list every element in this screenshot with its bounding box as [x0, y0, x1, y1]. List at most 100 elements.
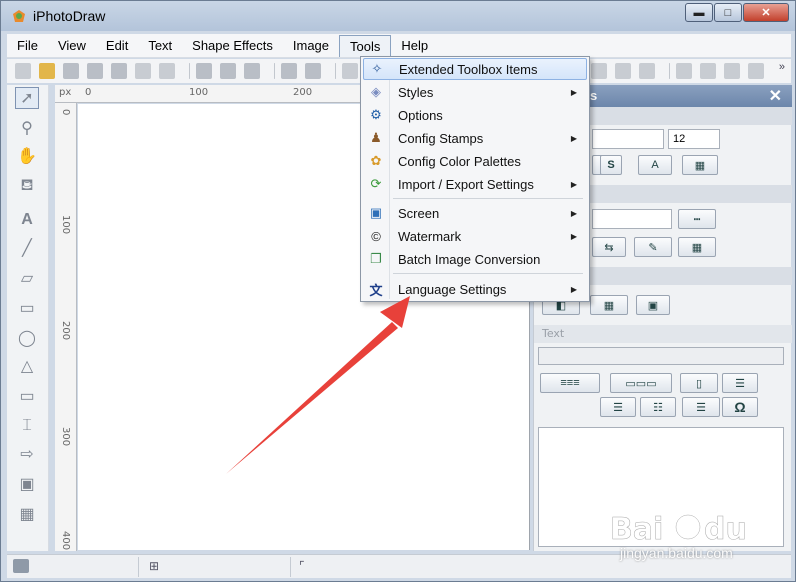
submenu-arrow-icon: ▶	[570, 179, 577, 189]
svg-text:du: du	[704, 512, 747, 545]
sync-icon: ⟳	[370, 176, 382, 191]
submenu-arrow-icon: ▶	[570, 284, 577, 294]
submenu-arrow-icon: ▶	[570, 87, 577, 97]
zoom-tool-icon[interactable]: ⚲	[15, 117, 39, 139]
ruler-tick: 200	[293, 87, 313, 98]
hand-tool-icon[interactable]: ✋	[15, 145, 39, 167]
fill-image-button[interactable]: ▣	[636, 295, 670, 315]
copy-icon[interactable]	[220, 63, 236, 79]
menu-help[interactable]: Help	[391, 35, 438, 57]
mosaic-tool-icon[interactable]: ▦	[15, 503, 39, 525]
rectangle-tool-icon[interactable]: ▭	[15, 297, 39, 319]
toolbar-separator	[669, 63, 670, 79]
edit-icon[interactable]	[342, 63, 358, 79]
callout-tool-icon[interactable]: ▭	[15, 385, 39, 407]
align-icon[interactable]	[591, 63, 607, 79]
menu-separator	[393, 273, 583, 274]
menu-file[interactable]: File	[7, 35, 48, 57]
gear-icon: ⚙	[370, 107, 382, 122]
image-tool-icon[interactable]: ▣	[15, 473, 39, 495]
save-icon[interactable]	[63, 63, 79, 79]
align-top-icon[interactable]	[700, 63, 716, 79]
panel-close-icon[interactable]: ✕	[769, 86, 782, 106]
new-file-icon[interactable]	[15, 63, 31, 79]
line-color-button[interactable]: ✎	[634, 237, 672, 257]
menu-text[interactable]: Text	[138, 35, 182, 57]
window-controls: ▬ □ ✕	[684, 3, 789, 23]
forward-arrow-icon[interactable]	[159, 63, 175, 79]
monitor-icon: ▣	[369, 205, 383, 220]
paste-icon[interactable]	[244, 63, 260, 79]
toolbar-separator	[335, 63, 336, 79]
wand-icon: ✧	[371, 61, 383, 76]
text-frame-button[interactable]: ▯	[680, 373, 718, 393]
symbol-button[interactable]: Ω	[722, 397, 758, 417]
dash-style-button[interactable]: ┅	[678, 209, 716, 229]
redo-icon[interactable]	[305, 63, 321, 79]
align-text-buttons[interactable]: ≡≡≡	[540, 373, 600, 393]
toolbar-overflow-icon[interactable]: »	[779, 61, 785, 73]
text-input[interactable]	[538, 347, 784, 365]
baidu-logo: Bai du	[610, 512, 747, 545]
menu-item-screen[interactable]: ▣ Screen ▶	[363, 202, 587, 224]
font-color-button[interactable]: A	[638, 155, 672, 175]
menu-item-config-color-palettes[interactable]: ✿ Config Color Palettes	[363, 150, 587, 172]
text-section-label: Text	[542, 327, 565, 340]
menu-item-batch-image-conversion[interactable]: ❐ Batch Image Conversion	[363, 248, 587, 270]
ellipse-tool-icon[interactable]: ◯	[15, 327, 39, 349]
fill-tool-icon[interactable]: ⛾	[15, 175, 39, 197]
polygon-tool-icon[interactable]: ▱	[15, 267, 39, 289]
undo-icon[interactable]	[281, 63, 297, 79]
line-grid-button[interactable]: ▦	[678, 237, 716, 257]
open-folder-icon[interactable]	[39, 63, 55, 79]
align-right-icon[interactable]	[748, 63, 764, 79]
menu-item-import-export-settings[interactable]: ⟳ Import / Export Settings ▶	[363, 173, 587, 195]
menu-bar: File View Edit Text Shape Effects Image …	[7, 34, 791, 58]
strikeout-button[interactable]: S	[600, 155, 622, 175]
font-family-select[interactable]	[592, 129, 664, 149]
select-tool-icon[interactable]: ➚	[15, 87, 39, 109]
back-arrow-icon[interactable]	[135, 63, 151, 79]
text-tool-icon[interactable]: A	[15, 209, 39, 231]
valign-text-buttons[interactable]: ▭▭▭	[610, 373, 672, 393]
menu-image[interactable]: Image	[283, 35, 339, 57]
arrow-tool-icon[interactable]: ⇨	[15, 443, 39, 465]
numbered-list-button[interactable]: ☰	[682, 397, 720, 417]
menu-item-options[interactable]: ⚙ Options	[363, 104, 587, 126]
menu-item-watermark[interactable]: © Watermark ▶	[363, 225, 587, 247]
menu-item-language-settings[interactable]: 文 Language Settings ▶	[363, 278, 587, 300]
window-title: iPhotoDraw	[33, 8, 106, 24]
triangle-tool-icon[interactable]: △	[15, 355, 39, 377]
minimize-button[interactable]: ▬	[685, 3, 713, 22]
dimension-tool-icon[interactable]: ⌶	[15, 415, 39, 437]
align-center-icon[interactable]	[615, 63, 631, 79]
menu-tools[interactable]: Tools	[339, 34, 392, 57]
print-icon[interactable]	[111, 63, 127, 79]
line-tool-icon[interactable]: ╱	[15, 237, 39, 259]
bullet-list-button[interactable]: ☰	[600, 397, 636, 417]
distribute-icon[interactable]	[639, 63, 655, 79]
menu-shape-effects[interactable]: Shape Effects	[182, 35, 283, 57]
line-style-select[interactable]	[592, 209, 672, 229]
cut-icon[interactable]	[196, 63, 212, 79]
text-border-button[interactable]: ▦	[682, 155, 718, 175]
language-icon: 文	[369, 282, 383, 298]
menu-edit[interactable]: Edit	[96, 35, 138, 57]
menu-view[interactable]: View	[48, 35, 96, 57]
font-size-select[interactable]: 12	[668, 129, 720, 149]
align-bottom-icon[interactable]	[724, 63, 740, 79]
indent-list-button[interactable]: ☷	[640, 397, 676, 417]
menu-item-extended-toolbox[interactable]: ✧ Extended Toolbox Items	[363, 58, 587, 80]
toolbar-separator	[274, 63, 275, 79]
line-spacing-button[interactable]: ☰	[722, 373, 758, 393]
fill-grid-button[interactable]: ▦	[590, 295, 628, 315]
maximize-button[interactable]: □	[714, 3, 742, 22]
menu-item-styles[interactable]: ◈ Styles ▶	[363, 81, 587, 103]
close-button[interactable]: ✕	[743, 3, 789, 22]
palette-icon: ✿	[370, 153, 382, 168]
arrow-style-button[interactable]: ⇆	[592, 237, 626, 257]
menu-item-config-stamps[interactable]: ♟ Config Stamps ▶	[363, 127, 587, 149]
align-left-icon[interactable]	[676, 63, 692, 79]
gem-icon: ◈	[371, 84, 381, 99]
globe-icon[interactable]	[87, 63, 103, 79]
